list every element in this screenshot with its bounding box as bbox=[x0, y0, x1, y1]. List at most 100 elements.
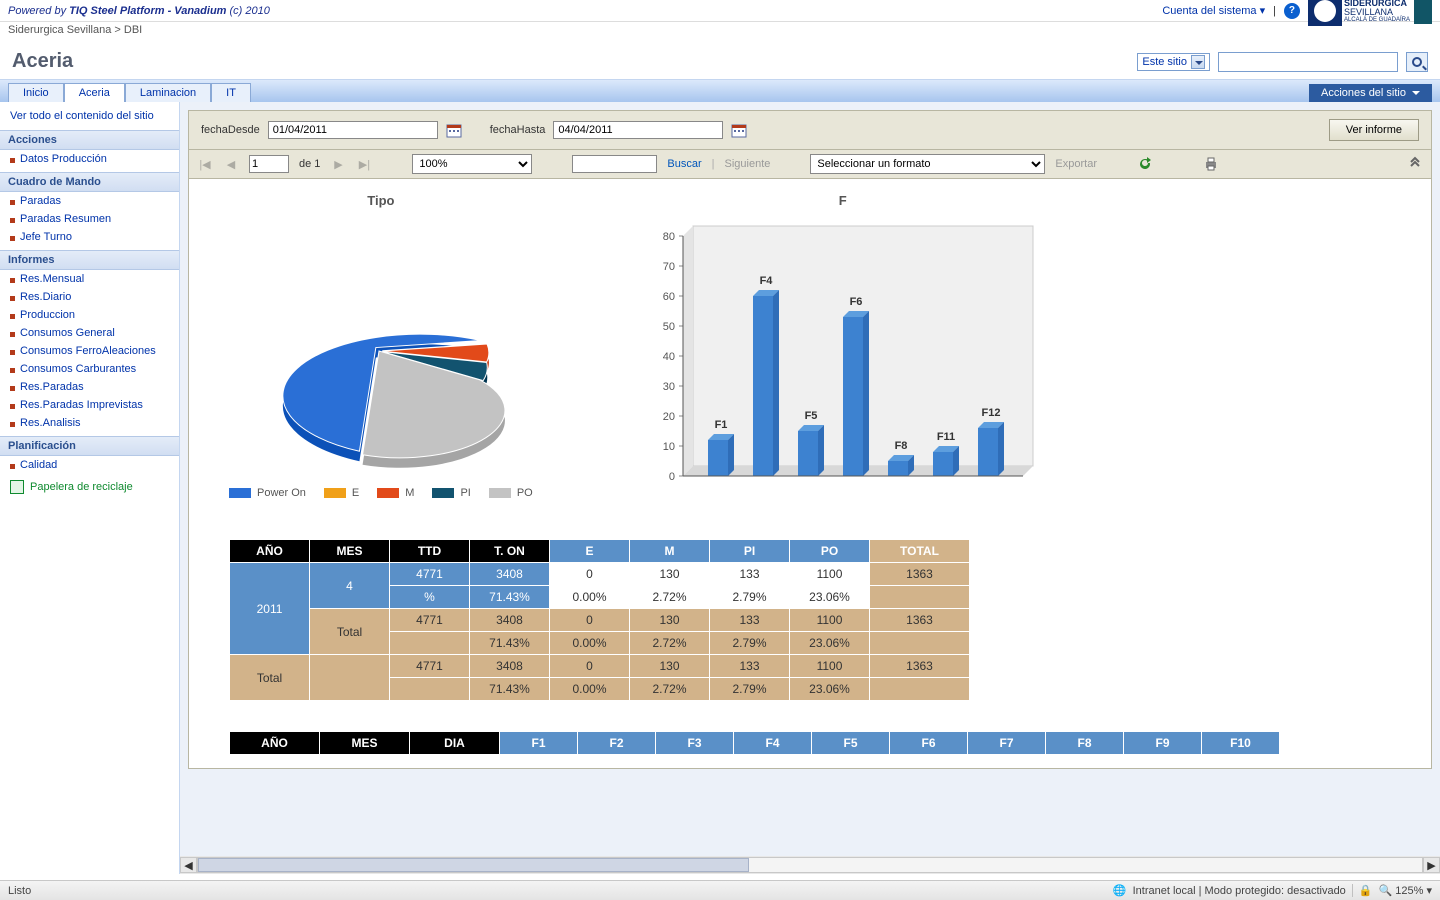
svg-text:F8: F8 bbox=[894, 440, 907, 452]
page-title: Aceria bbox=[12, 50, 73, 73]
internet-zone-icon: 🌐 bbox=[1113, 884, 1127, 897]
scroll-left-icon[interactable]: ◀ bbox=[180, 857, 197, 873]
legend-item: PI bbox=[432, 487, 470, 499]
sidebar-view-all[interactable]: Ver todo el contenido del sitio bbox=[0, 106, 179, 126]
sidebar-item[interactable]: Res.Paradas Imprevistas bbox=[0, 396, 179, 414]
search-link[interactable]: Buscar bbox=[667, 158, 701, 170]
chevron-down-icon bbox=[1412, 91, 1420, 95]
help-icon[interactable]: ? bbox=[1284, 3, 1300, 19]
zoom-level[interactable]: 🔍 125% ▾ bbox=[1379, 884, 1432, 897]
sidebar-item[interactable]: Res.Paradas bbox=[0, 378, 179, 396]
param-to-label: fechaHasta bbox=[490, 124, 546, 136]
sidebar-item[interactable]: Consumos Carburantes bbox=[0, 360, 179, 378]
top-bar: Powered by TIQ Steel Platform - Vanadium… bbox=[0, 0, 1440, 22]
view-report-button[interactable]: Ver informe bbox=[1329, 119, 1419, 141]
svg-text:F4: F4 bbox=[759, 275, 773, 287]
parameter-panel: fechaDesde fechaHasta Ver informe bbox=[188, 110, 1432, 150]
export-link: Exportar bbox=[1055, 158, 1097, 170]
tab-bar: InicioAceriaLaminacionIT Acciones del si… bbox=[0, 80, 1440, 102]
last-page-icon: ▶| bbox=[356, 156, 372, 172]
sidebar-item[interactable]: Res.Diario bbox=[0, 288, 179, 306]
collapse-icon[interactable] bbox=[1407, 156, 1423, 172]
param-from-label: fechaDesde bbox=[201, 124, 260, 136]
date-from-input[interactable] bbox=[268, 121, 438, 139]
detail-table-header: AÑOMESDIAF1F2F3F4F5F6F7F8F9F10 bbox=[229, 731, 1280, 755]
sidebar: Ver todo el contenido del sitio Acciones… bbox=[0, 102, 180, 874]
next-page-icon: ▶ bbox=[330, 156, 346, 172]
svg-text:F5: F5 bbox=[804, 410, 817, 422]
tab-it[interactable]: IT bbox=[211, 83, 251, 103]
search-button[interactable] bbox=[1406, 52, 1428, 72]
svg-text:F6: F6 bbox=[849, 296, 862, 308]
bar-chart-f: F 01020304050607080F1F4F5F6F8F11F12 bbox=[633, 193, 1053, 509]
svg-text:40: 40 bbox=[663, 351, 675, 363]
sidebar-section-header: Informes bbox=[0, 250, 179, 270]
svg-text:F1: F1 bbox=[714, 419, 727, 431]
report-body: Tipo Power OnEMPIPO F 01020304050607080F… bbox=[188, 179, 1432, 769]
report-area: fechaDesde fechaHasta Ver informe |◀ ◀ d… bbox=[180, 102, 1440, 874]
legend-item: PO bbox=[489, 487, 533, 499]
company-logo: SIDERÚRGICA SEVILLANA ALCALÁ DE GUADAÍRA bbox=[1308, 0, 1432, 26]
calendar-icon[interactable] bbox=[446, 122, 462, 138]
system-account-dropdown[interactable]: Cuenta del sistema ▾ bbox=[1162, 4, 1265, 17]
sidebar-item[interactable]: Paradas Resumen bbox=[0, 210, 179, 228]
date-to-input[interactable] bbox=[553, 121, 723, 139]
sidebar-item[interactable]: Produccion bbox=[0, 306, 179, 324]
print-icon[interactable] bbox=[1203, 156, 1219, 172]
sidebar-item[interactable]: Res.Analisis bbox=[0, 414, 179, 432]
summary-table: AÑOMESTTDT. ONEMPIPOTOTAL201144771340801… bbox=[229, 539, 970, 701]
status-ready: Listo bbox=[8, 885, 31, 897]
recycle-icon bbox=[10, 480, 24, 494]
svg-text:80: 80 bbox=[663, 231, 675, 243]
svg-text:50: 50 bbox=[663, 321, 675, 333]
site-actions-menu[interactable]: Acciones del sitio bbox=[1309, 84, 1432, 102]
sidebar-item[interactable]: Datos Producción bbox=[0, 150, 179, 168]
tab-laminacion[interactable]: Laminacion bbox=[125, 83, 211, 103]
sidebar-section-header: Cuadro de Mando bbox=[0, 172, 179, 192]
report-toolbar: |◀ ◀ de 1 ▶ ▶| 100% Buscar | Siguiente S… bbox=[188, 150, 1432, 179]
first-page-icon: |◀ bbox=[197, 156, 213, 172]
horizontal-scrollbar[interactable]: ◀ ▶ bbox=[180, 856, 1440, 874]
page-of-label: de 1 bbox=[299, 158, 320, 170]
recycle-bin-link[interactable]: Papelera de reciclaje bbox=[0, 474, 179, 500]
sidebar-item[interactable]: Res.Mensual bbox=[0, 270, 179, 288]
status-zone: Intranet local | Modo protegido: desacti… bbox=[1133, 885, 1346, 897]
zoom-select[interactable]: 100% bbox=[412, 154, 532, 174]
svg-text:60: 60 bbox=[663, 291, 675, 303]
tab-aceria[interactable]: Aceria bbox=[64, 83, 125, 103]
legend-item: M bbox=[377, 487, 414, 499]
svg-text:F11: F11 bbox=[937, 431, 955, 443]
scroll-right-icon[interactable]: ▶ bbox=[1423, 857, 1440, 873]
sidebar-item[interactable]: Paradas bbox=[0, 192, 179, 210]
svg-text:30: 30 bbox=[663, 381, 675, 393]
sidebar-item[interactable]: Jefe Turno bbox=[0, 228, 179, 246]
chevron-down-icon bbox=[1191, 55, 1205, 69]
sidebar-item[interactable]: Consumos FerroAleaciones bbox=[0, 342, 179, 360]
search-icon bbox=[1412, 57, 1422, 67]
page-number-input[interactable] bbox=[249, 155, 289, 173]
prev-page-icon: ◀ bbox=[223, 156, 239, 172]
svg-text:0: 0 bbox=[669, 471, 675, 483]
svg-text:F12: F12 bbox=[981, 407, 1000, 419]
sidebar-item[interactable]: Consumos General bbox=[0, 324, 179, 342]
svg-text:70: 70 bbox=[663, 261, 675, 273]
calendar-icon[interactable] bbox=[731, 122, 747, 138]
sidebar-section-header: Planificación bbox=[0, 436, 179, 456]
sidebar-item[interactable]: Calidad bbox=[0, 456, 179, 474]
legend-item: Power On bbox=[229, 487, 306, 499]
svg-text:20: 20 bbox=[663, 411, 675, 423]
next-match-link: Siguiente bbox=[725, 158, 771, 170]
sidebar-section-header: Acciones bbox=[0, 130, 179, 150]
search-input[interactable] bbox=[1218, 52, 1398, 72]
search-scope-select[interactable]: Este sitio bbox=[1137, 53, 1210, 71]
svg-text:10: 10 bbox=[663, 441, 675, 453]
status-bar: Listo 🌐 Intranet local | Modo protegido:… bbox=[0, 880, 1440, 900]
tab-inicio[interactable]: Inicio bbox=[8, 83, 64, 103]
report-search-input[interactable] bbox=[572, 155, 657, 173]
export-format-select[interactable]: Seleccionar un formato bbox=[810, 154, 1045, 174]
powered-by: Powered by TIQ Steel Platform - Vanadium… bbox=[8, 5, 270, 17]
page-header: Aceria Este sitio bbox=[0, 42, 1440, 80]
pie-chart-tipo: Tipo Power OnEMPIPO bbox=[229, 193, 533, 509]
legend-item: E bbox=[324, 487, 359, 499]
refresh-icon[interactable] bbox=[1137, 156, 1153, 172]
